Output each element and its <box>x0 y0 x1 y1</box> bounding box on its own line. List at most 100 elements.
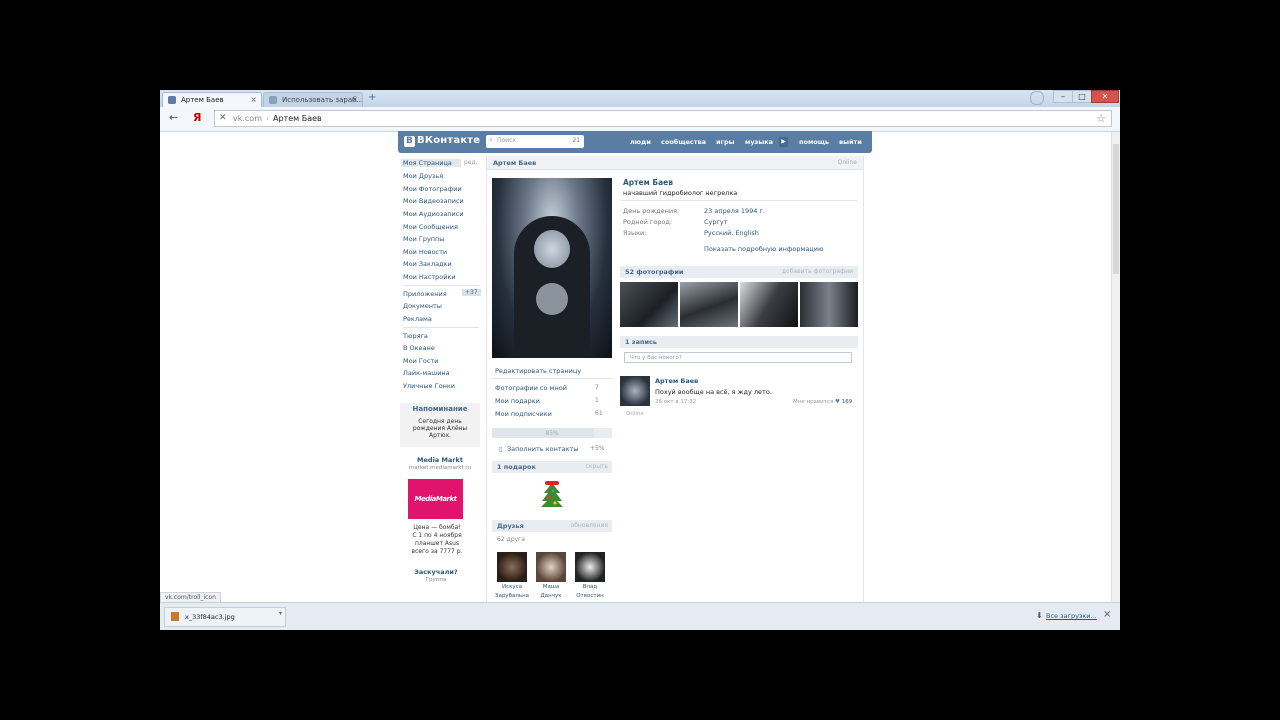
nav-communities[interactable]: сообщества <box>661 138 706 146</box>
photo-thumbnail[interactable] <box>620 282 678 327</box>
menu-documents[interactable]: Документы <box>403 302 442 310</box>
photos-title: 52 фотографии <box>625 268 684 276</box>
my-followers-link[interactable]: Мои подписчики <box>495 410 552 418</box>
friend-avatar[interactable] <box>575 552 605 582</box>
photo-thumbnail[interactable] <box>740 282 798 327</box>
address-bar[interactable]: ✕ vk.com › Артем Баев ☆ <box>214 110 1112 127</box>
menu-messages[interactable]: Мои Сообщения <box>403 223 458 231</box>
user-profile-icon[interactable] <box>1030 91 1044 105</box>
friend-card[interactable]: Искуса Зарубальна <box>494 552 530 600</box>
menu-edit-link[interactable]: ред. <box>464 159 478 166</box>
nav-music[interactable]: музыка <box>745 138 773 146</box>
post-author[interactable]: Артем Баев <box>655 377 698 385</box>
photos-header[interactable]: 52 фотографии добавить фотографии <box>620 266 858 278</box>
friend-card[interactable]: Влад Отвостин <box>572 552 608 600</box>
menu-app-ocean[interactable]: В Океане <box>403 344 435 352</box>
menu-ads[interactable]: Реклама <box>403 315 432 323</box>
download-item[interactable]: x_33f84ac3.jpg ▾ <box>164 607 286 627</box>
menu-my-page[interactable]: Моя Страница <box>401 159 461 167</box>
play-icon[interactable]: ▶ <box>779 137 788 147</box>
friend-card[interactable]: Маша Данчук <box>533 552 569 600</box>
menu-news[interactable]: Мои Новости <box>403 248 447 256</box>
edit-page-link[interactable]: Редактировать страницу <box>495 367 581 375</box>
ad-title[interactable]: Media Markt <box>400 456 480 464</box>
gifts-title: 1 подарок <box>497 463 536 471</box>
friends-header[interactable]: Друзья обновления <box>492 520 612 532</box>
post-author-avatar[interactable] <box>620 376 650 406</box>
menu-app-prison[interactable]: Тюрягa <box>403 332 428 340</box>
friend-last-name[interactable]: Данчук <box>533 593 569 600</box>
post-online-status: Online <box>626 411 644 417</box>
download-menu-icon[interactable]: ▾ <box>279 610 282 617</box>
gifts-header[interactable]: 1 подарок скрыть <box>492 461 612 473</box>
address-domain: vk.com <box>233 114 262 123</box>
menu-photos[interactable]: Мои Фотографии <box>403 185 462 193</box>
like-button[interactable]: Мне нравится ♥ 169 <box>793 399 852 405</box>
back-arrow-icon[interactable]: ← <box>169 111 178 124</box>
close-tab-icon[interactable]: × <box>351 95 358 104</box>
tab-inactive[interactable]: Использовать зараб... × <box>263 92 363 107</box>
bookmark-star-icon[interactable]: ☆ <box>1096 112 1106 125</box>
close-window-button[interactable]: ✕ <box>1091 90 1119 103</box>
post-text: Похуй вообще на всё, я жду лето. <box>655 388 772 396</box>
reminder-line: Сегодня день <box>418 418 462 425</box>
menu-videos[interactable]: Мои Видеозаписи <box>403 197 464 205</box>
stop-icon[interactable]: ✕ <box>219 113 227 123</box>
yandex-button[interactable]: Я <box>193 111 201 124</box>
menu-bookmarks[interactable]: Мои Закладки <box>403 260 452 268</box>
vk-search-input[interactable]: ⌕ Поиск 21 <box>486 135 584 148</box>
friend-avatar[interactable] <box>536 552 566 582</box>
fill-contacts-link[interactable]: Заполнить контакты <box>507 445 578 453</box>
wall-header[interactable]: 1 запись <box>620 336 858 348</box>
maximize-button[interactable]: □ <box>1072 90 1092 103</box>
my-followers-count: 61 <box>595 410 603 417</box>
close-tab-icon[interactable]: × <box>250 95 257 104</box>
close-downloads-icon[interactable]: × <box>1103 609 1111 620</box>
tab-active[interactable]: Артем Баев × <box>162 92 262 107</box>
wall-post-input[interactable]: Что у Вас нового? <box>624 352 852 363</box>
vk-logo[interactable]: В ВКонтакте <box>404 135 480 147</box>
my-gifts-link[interactable]: Мои подарки <box>495 397 540 405</box>
menu-app-guests[interactable]: Мои Гости <box>403 357 438 365</box>
photo-thumbnail[interactable] <box>800 282 858 327</box>
new-tab-button[interactable]: + <box>368 92 376 103</box>
menu-app-street-racing[interactable]: Уличные Гонки <box>403 382 455 390</box>
menu-apps[interactable]: Приложения <box>403 290 447 298</box>
menu-audio[interactable]: Мои Аудиозаписи <box>403 210 464 218</box>
menu-settings[interactable]: Мои Настройки <box>403 273 456 281</box>
profile-status[interactable]: начавший гидробиолог негрелка <box>623 189 737 197</box>
menu-app-like-machine[interactable]: Лайк-машина <box>403 369 450 377</box>
media-markt-logo[interactable]: MediaMarkt <box>408 479 463 519</box>
nav-games[interactable]: игры <box>716 138 734 146</box>
friends-updates[interactable]: обновления <box>571 522 608 529</box>
friend-first-name[interactable]: Влад <box>572 584 608 591</box>
menu-friends[interactable]: Мои Друзья <box>403 172 443 180</box>
post-date[interactable]: 26 окт в 17:32 <box>655 399 696 405</box>
show-more-info-link[interactable]: Показать подробную информацию <box>704 245 824 253</box>
menu-groups[interactable]: Мои Группы <box>403 235 444 243</box>
all-downloads-link[interactable]: Все загрузки... <box>1046 612 1097 620</box>
vertical-scrollbar[interactable] <box>1111 132 1120 602</box>
languages-value[interactable]: Русский, English <box>704 229 759 237</box>
profile-avatar[interactable] <box>492 178 612 358</box>
friend-last-name[interactable]: Отвостин <box>572 593 608 600</box>
gifts-hide[interactable]: скрыть <box>586 463 609 470</box>
hometown-value[interactable]: Сургут <box>704 218 728 226</box>
nav-logout[interactable]: выйти <box>839 138 862 146</box>
photo-thumbnail[interactable] <box>680 282 738 327</box>
photos-with-me-link[interactable]: Фотографии со мной <box>495 384 567 392</box>
nav-people[interactable]: люди <box>630 138 651 146</box>
reminder-text[interactable]: Сегодня день рождения Алёны Артюх. <box>406 418 474 439</box>
add-photos-link[interactable]: добавить фотографии <box>782 268 853 275</box>
friend-first-name[interactable]: Маша <box>533 584 569 591</box>
christmas-tree-gift-icon[interactable] <box>540 481 564 509</box>
birthday-value[interactable]: 23 апреля 1994 г. <box>704 207 765 215</box>
minimize-button[interactable]: – <box>1053 90 1073 103</box>
ad2-title[interactable]: Заскучали? <box>400 568 472 576</box>
friend-first-name[interactable]: Искуса <box>494 584 530 591</box>
nav-help[interactable]: помощь <box>799 138 829 146</box>
friend-last-name[interactable]: Зарубальна <box>494 593 530 600</box>
friend-avatar[interactable] <box>497 552 527 582</box>
scrollbar-thumb[interactable] <box>1113 144 1119 274</box>
friends-title: Друзья <box>497 522 524 530</box>
